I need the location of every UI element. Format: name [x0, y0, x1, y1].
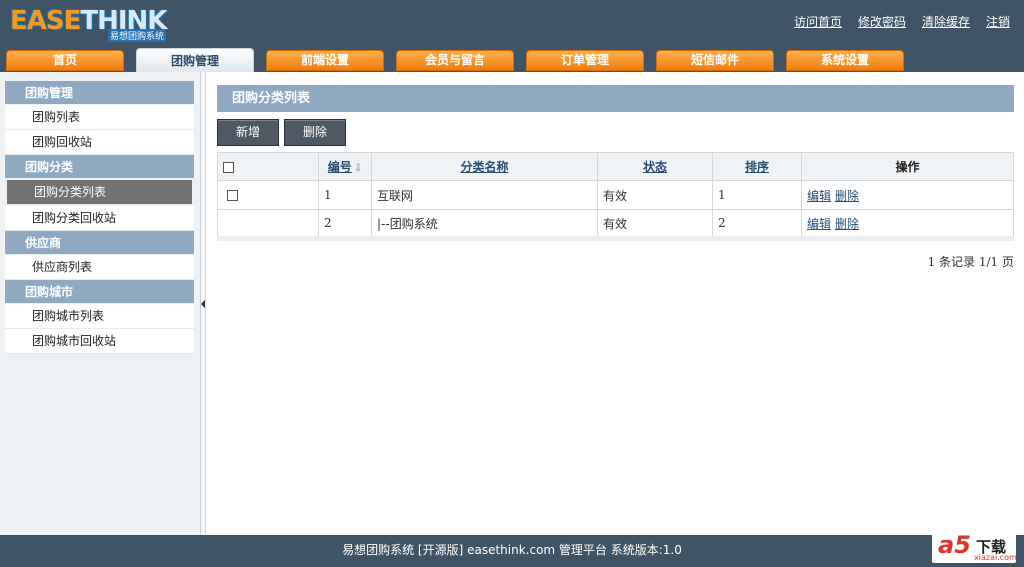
cell-name: 互联网 [371, 180, 598, 210]
sort-by-status-link[interactable]: 状态 [643, 160, 667, 174]
main-nav: 首页 团购管理 前端设置 会员与留言 订单管理 短信邮件 系统设置 [0, 48, 1024, 72]
toolbar: 新增 删除 [217, 119, 1014, 146]
sidebar-splitter[interactable] [201, 72, 206, 535]
logo-text-ease: EASE [10, 6, 81, 36]
main-content: 团购分类列表 新增 删除 编号 ⇩ 分类名称 状态 排序 操作 1 互联网 有效… [217, 85, 1014, 270]
sidebar-item-supplier-list[interactable]: 供应商列表 [5, 255, 194, 280]
cell-name: |--团购系统 [371, 209, 598, 241]
sort-by-name-link[interactable]: 分类名称 [460, 160, 508, 174]
link-logout[interactable]: 注销 [986, 13, 1010, 30]
watermark-site: xiazai.com [974, 553, 1017, 562]
header-name: 分类名称 [371, 152, 598, 181]
row-select-cell [217, 180, 319, 210]
table-header-row: 编号 ⇩ 分类名称 状态 排序 操作 [217, 152, 1014, 181]
add-button[interactable]: 新增 [217, 119, 279, 146]
select-all-checkbox[interactable] [223, 161, 234, 173]
sidebar-group-category: 团购分类 团购分类列表 团购分类回收站 [5, 155, 194, 231]
cell-ops: 编辑 删除 [801, 209, 1014, 241]
sidebar-item-city-list[interactable]: 团购城市列表 [5, 304, 194, 329]
watermark-logo: a5 下载 xiazai.com [932, 531, 1017, 563]
logo: EASETHINK 易想团购系统 [8, 6, 172, 42]
delete-link[interactable]: 删除 [835, 217, 859, 231]
sidebar-item-city-recycle[interactable]: 团购城市回收站 [5, 329, 194, 354]
link-visit-home[interactable]: 访问首页 [794, 13, 842, 30]
tab-sms-email[interactable]: 短信邮件 [656, 50, 774, 71]
sidebar-item-category-list[interactable]: 团购分类列表 [7, 180, 192, 205]
sidebar: 团购管理 团购列表 团购回收站 团购分类 团购分类列表 团购分类回收站 供应商 … [0, 72, 201, 535]
delete-button[interactable]: 删除 [284, 119, 346, 146]
table-row: 1 互联网 有效 1 编辑 删除 [217, 180, 1014, 210]
cell-sort: 1 [712, 180, 802, 210]
link-clear-cache[interactable]: 清除缓存 [922, 13, 970, 30]
tab-frontend-settings[interactable]: 前端设置 [266, 50, 384, 71]
table-row: 2 |--团购系统 有效 2 编辑 删除 [217, 209, 1014, 241]
sidebar-item-group-buy-list[interactable]: 团购列表 [5, 105, 194, 130]
sort-down-icon: ⇩ [353, 163, 363, 174]
sidebar-group-supplier: 供应商 供应商列表 [5, 231, 194, 280]
body-area: 团购管理 团购列表 团购回收站 团购分类 团购分类列表 团购分类回收站 供应商 … [0, 72, 1024, 535]
sidebar-group-title[interactable]: 团购管理 [5, 81, 194, 105]
top-links: 访问首页 修改密码 清除缓存 注销 [794, 13, 1010, 30]
footer: 易想团购系统 [开源版] easethink.com 管理平台 系统版本:1.0 [0, 535, 1024, 567]
tab-group-buy-management[interactable]: 团购管理 [136, 48, 254, 72]
edit-link[interactable]: 编辑 [807, 189, 831, 203]
sidebar-group-group-buy: 团购管理 团购列表 团购回收站 [5, 81, 194, 155]
header-id: 编号 ⇩ [318, 152, 372, 181]
header-sort: 排序 [712, 152, 802, 181]
row-select-cell [217, 209, 319, 241]
watermark-mark: a5 [938, 531, 971, 559]
sort-by-id-link[interactable]: 编号 [328, 160, 352, 174]
logo-subtitle: 易想团购系统 [108, 29, 167, 42]
edit-link[interactable]: 编辑 [807, 217, 831, 231]
header-status: 状态 [597, 152, 713, 181]
header-ops: 操作 [801, 152, 1014, 181]
sidebar-item-group-buy-recycle[interactable]: 团购回收站 [5, 130, 194, 155]
tab-home[interactable]: 首页 [6, 50, 124, 71]
sidebar-item-category-recycle[interactable]: 团购分类回收站 [5, 206, 194, 231]
cell-sort: 2 [712, 209, 802, 241]
cell-status: 有效 [597, 209, 713, 241]
cell-ops: 编辑 删除 [801, 180, 1014, 210]
delete-link[interactable]: 删除 [835, 189, 859, 203]
cell-id: 2 [318, 209, 372, 241]
category-table: 编号 ⇩ 分类名称 状态 排序 操作 1 互联网 有效 1 编辑 删除 2 |-… [217, 152, 1014, 241]
cell-id: 1 [318, 180, 372, 210]
page-title: 团购分类列表 [217, 85, 1014, 112]
sidebar-group-title[interactable]: 团购城市 [5, 280, 194, 304]
tab-order-management[interactable]: 订单管理 [526, 50, 644, 71]
chevron-left-icon[interactable] [201, 300, 205, 308]
cell-status: 有效 [597, 180, 713, 210]
sort-by-order-link[interactable]: 排序 [745, 160, 769, 174]
tab-members-messages[interactable]: 会员与留言 [396, 50, 514, 71]
sidebar-group-city: 团购城市 团购城市列表 团购城市回收站 [5, 280, 194, 354]
header-select-all [217, 152, 319, 181]
link-change-password[interactable]: 修改密码 [858, 13, 906, 30]
pager: 1 条记录 1/1 页 [927, 255, 1014, 269]
row-checkbox[interactable] [227, 190, 238, 201]
sidebar-group-title[interactable]: 供应商 [5, 231, 194, 255]
tab-system-settings[interactable]: 系统设置 [786, 50, 904, 71]
sidebar-group-title[interactable]: 团购分类 [5, 155, 194, 179]
